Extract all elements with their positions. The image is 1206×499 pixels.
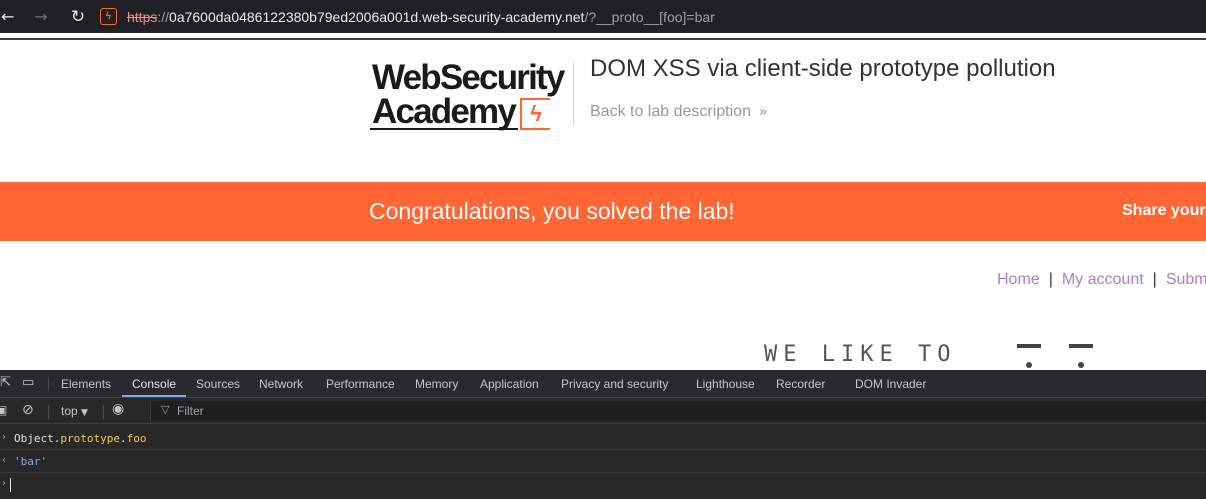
url-scheme: https	[127, 8, 158, 25]
site-info-icon[interactable]: ϟ	[100, 8, 117, 25]
devtools-tab-bar: ⇱ ▭ Elements Console Sources Network Per…	[0, 370, 1206, 398]
nav-separator: |	[1048, 271, 1053, 288]
tab-lighthouse[interactable]: Lighthouse	[696, 377, 755, 391]
decorative-face-dot-right	[1078, 362, 1084, 368]
arrow-right-icon: →	[34, 7, 48, 26]
text-caret	[10, 478, 11, 492]
page-top-border	[0, 38, 1206, 40]
nav-separator: |	[1152, 271, 1157, 288]
logo-text-line2: Academy	[372, 92, 517, 131]
lightning-bolt-icon: ϟ	[520, 98, 550, 130]
decorative-face-eye-right	[1069, 344, 1093, 348]
console-filter-input[interactable]: ▽ Filter	[150, 401, 1206, 421]
decorative-face-dot-left	[1026, 362, 1032, 368]
browser-toolbar: ← → ↻ ϟ https://0a7600da0486122380b79ed2…	[0, 0, 1206, 33]
blog-heading: WE LIKE TO	[764, 342, 957, 367]
chevron-down-icon: ▼	[81, 408, 88, 418]
console-output-value[interactable]: 'bar'	[14, 455, 47, 468]
back-button[interactable]: ←	[0, 0, 18, 33]
back-to-lab-description-link[interactable]: Back to lab description »	[590, 103, 767, 121]
nav-my-account-link[interactable]: My account	[1062, 271, 1144, 289]
address-bar[interactable]: https://0a7600da0486122380b79ed2006a001d…	[127, 9, 715, 25]
clear-console-icon[interactable]: ⊘	[22, 402, 34, 418]
context-selector[interactable]: top ▼	[61, 404, 88, 418]
tab-recorder[interactable]: Recorder	[776, 377, 825, 391]
double-chevron-right-icon: »	[758, 104, 767, 120]
top-navigation: Home | My account | Subm	[997, 271, 1206, 289]
url-path: /?__proto__[foo]=bar	[584, 8, 715, 25]
code-token-dot: .	[119, 432, 127, 445]
nav-home-link[interactable]: Home	[997, 271, 1040, 289]
logo-text-line1: WebSecurity	[372, 58, 565, 97]
tab-privacy-and-security[interactable]: Privacy and security	[561, 377, 668, 391]
header-divider	[573, 62, 574, 126]
toolbar-divider	[103, 405, 104, 419]
sidebar-toggle-icon[interactable]: ▣	[0, 403, 7, 417]
return-arrow-icon: ‹	[2, 455, 6, 466]
toolbar-divider	[48, 377, 49, 391]
console-prompt-line[interactable]: ›	[0, 474, 1206, 496]
inspect-element-icon[interactable]: ⇱	[0, 375, 11, 390]
active-tab-indicator	[122, 395, 186, 397]
solved-banner: Congratulations, you solved the lab! Sha…	[0, 182, 1206, 241]
device-toolbar-icon[interactable]: ▭	[22, 375, 34, 390]
tab-dom-invader[interactable]: DOM Invader	[855, 377, 926, 391]
url-separator: ://	[157, 8, 170, 25]
congratulations-message: Congratulations, you solved the lab!	[369, 198, 735, 224]
decorative-face-eye-left	[1017, 344, 1041, 348]
console-input-line: › Object.prototype.foo	[0, 428, 1206, 450]
tab-elements[interactable]: Elements	[61, 377, 111, 391]
eye-icon[interactable]: ◉	[112, 401, 124, 417]
code-token-object: Object	[14, 432, 54, 445]
code-token-prototype: prototype	[60, 432, 120, 445]
devtools-panel: ⇱ ▭ Elements Console Sources Network Per…	[0, 370, 1206, 499]
console-toolbar: ▣ ⊘ top ▼ ◉ ▽ Filter	[0, 399, 1206, 424]
context-selector-value: top	[61, 404, 78, 418]
web-security-academy-logo[interactable]: WebSecurity Academy ϟ	[370, 58, 570, 134]
prompt-chevron-icon: ›	[2, 478, 6, 489]
share-link[interactable]: Share your	[1122, 202, 1206, 220]
filter-icon: ▽	[161, 403, 170, 416]
tab-memory[interactable]: Memory	[415, 377, 458, 391]
tab-console[interactable]: Console	[132, 377, 176, 391]
tab-performance[interactable]: Performance	[326, 377, 395, 391]
back-link-label: Back to lab description	[590, 103, 751, 120]
tab-application[interactable]: Application	[480, 377, 539, 391]
reload-icon: ↻	[70, 6, 86, 27]
forward-button[interactable]: →	[18, 0, 64, 33]
code-token-foo: foo	[126, 432, 147, 445]
toolbar-divider	[48, 405, 49, 419]
nav-submit-link[interactable]: Subm	[1166, 271, 1206, 289]
url-host: 0a7600da0486122380b79ed2006a001d.web-sec…	[169, 8, 585, 25]
logo-underline	[370, 128, 518, 130]
arrow-left-icon: ←	[1, 7, 15, 26]
tab-network[interactable]: Network	[259, 377, 303, 391]
console-output-line: ‹ 'bar'	[0, 451, 1206, 473]
reload-button[interactable]: ↻	[64, 0, 92, 33]
tab-sources[interactable]: Sources	[196, 377, 240, 391]
console-input-code[interactable]: Object.prototype.foo	[14, 432, 146, 445]
filter-placeholder: Filter	[177, 404, 204, 418]
lab-title: DOM XSS via client-side prototype pollut…	[590, 55, 1056, 82]
chevron-right-icon: ›	[2, 432, 6, 443]
